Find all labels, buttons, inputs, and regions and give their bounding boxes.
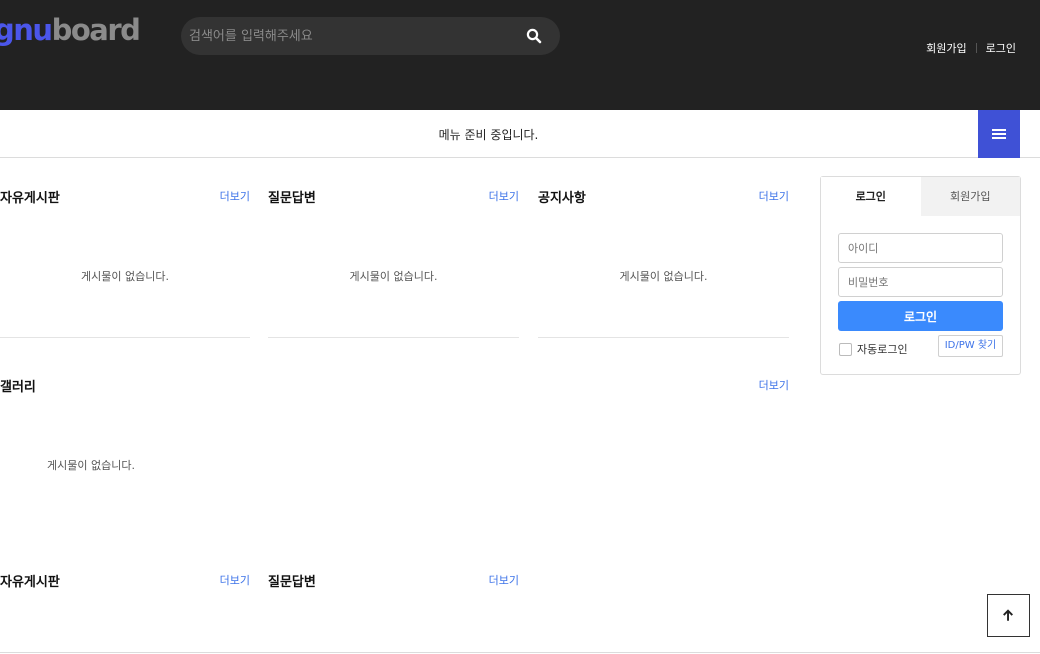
more-link[interactable]: 더보기	[220, 188, 250, 204]
board-notice: 공지사항 더보기 게시물이 없습니다.	[538, 187, 789, 339]
scroll-top-button[interactable]	[987, 594, 1030, 637]
login-button[interactable]: 로그인	[838, 301, 1003, 331]
empty-message: 게시물이 없습니다.	[619, 270, 708, 283]
login-tabs: 로그인 회원가입	[821, 177, 1020, 216]
find-account-button[interactable]: ID/PW 찾기	[938, 335, 1003, 357]
divider	[0, 652, 1040, 653]
board-divider	[0, 337, 250, 338]
board-qa: 질문답변 더보기 게시물이 없습니다.	[268, 187, 519, 339]
empty-message: 게시물이 없습니다.	[47, 459, 135, 472]
nav-message: 메뉴 준비 중입니다.	[438, 128, 539, 142]
divider	[975, 43, 977, 53]
board-divider	[268, 337, 519, 338]
board-title: 질문답변	[268, 575, 316, 590]
board-title: 질문답변	[268, 191, 316, 206]
search-icon[interactable]	[526, 28, 542, 44]
search-input[interactable]	[189, 17, 509, 55]
auto-login-label[interactable]: 자동로그인	[857, 341, 908, 357]
auto-login: 자동로그인	[839, 341, 908, 357]
board-divider	[538, 337, 789, 338]
board-title: 갤러리	[0, 380, 36, 395]
board-gallery: 갤러리 더보기 게시물이 없습니다.	[0, 376, 789, 486]
auto-login-checkbox[interactable]	[839, 342, 852, 356]
logo-part1: gnu	[0, 13, 53, 47]
join-link[interactable]: 회원가입	[926, 40, 966, 56]
empty-message: 게시물이 없습니다.	[349, 270, 438, 283]
board-free-2: 자유게시판 더보기	[0, 571, 250, 611]
more-link[interactable]: 더보기	[489, 188, 519, 204]
board-title: 공지사항	[538, 191, 586, 206]
board-title: 자유게시판	[0, 191, 60, 206]
password-field[interactable]	[838, 267, 1003, 297]
tab-login[interactable]: 로그인	[821, 177, 921, 216]
board-free: 자유게시판 더보기 게시물이 없습니다.	[0, 187, 250, 339]
search-box	[181, 17, 560, 55]
board-qa-2: 질문답변 더보기	[268, 571, 519, 611]
logo-part2: board	[51, 13, 141, 47]
empty-message: 게시물이 없습니다.	[81, 270, 169, 283]
login-link[interactable]: 로그인	[986, 40, 1016, 56]
site-header: gnuboard 회원가입 로그인	[0, 0, 1040, 110]
main-nav: 메뉴 준비 중입니다.	[0, 110, 1040, 158]
tab-join[interactable]: 회원가입	[920, 177, 1020, 216]
more-link[interactable]: 더보기	[489, 572, 519, 588]
id-field[interactable]	[838, 233, 1003, 263]
board-title: 자유게시판	[0, 575, 60, 590]
menu-button[interactable]	[978, 110, 1020, 158]
more-link[interactable]: 더보기	[220, 572, 250, 588]
more-link[interactable]: 더보기	[759, 188, 789, 204]
login-box: 로그인 회원가입 로그인 자동로그인 ID/PW 찾기	[820, 176, 1021, 375]
arrow-up-icon	[1003, 609, 1013, 621]
site-logo[interactable]: gnuboard	[0, 10, 141, 50]
more-link[interactable]: 더보기	[759, 377, 789, 393]
top-links: 회원가입 로그인	[926, 40, 1016, 56]
